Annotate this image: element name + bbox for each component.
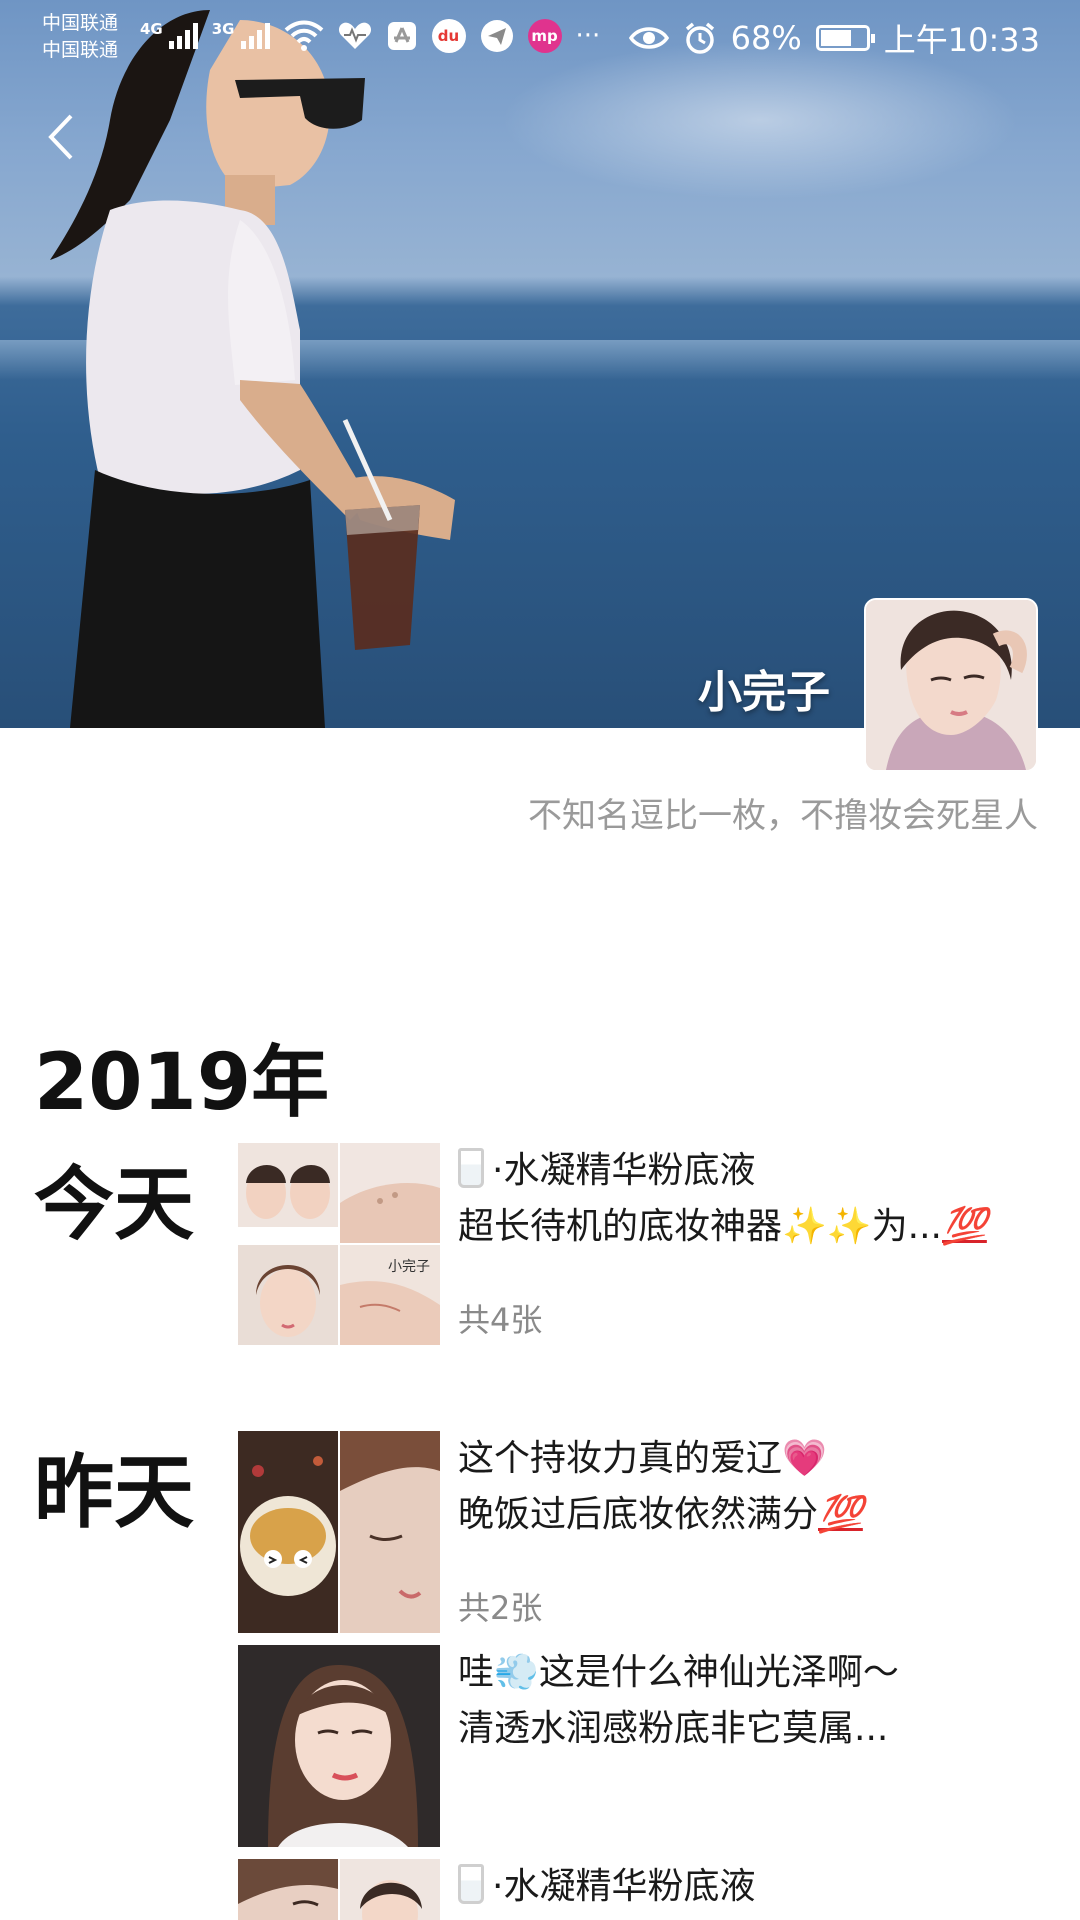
post-line-1: 这个持妆力真的爱辽💗 <box>458 1431 1048 1487</box>
post-line-2-ellipsis: 为... <box>871 1206 943 1247</box>
post-thumbnail[interactable] <box>238 1143 338 1243</box>
post-thumbnail[interactable] <box>340 1431 440 1633</box>
post-thumbnail-grid[interactable] <box>238 1431 440 1633</box>
profile-signature: 不知名逗比一枚，不撸妆会死星人 <box>528 796 1038 836</box>
post-text[interactable]: 这个持妆力真的爱辽💗 晚饭过后底妆依然满分💯 <box>458 1431 1048 1543</box>
mp-icon: mp <box>527 19 562 53</box>
post-line-2: 清透水润感粉底非它莫属... <box>458 1708 889 1749</box>
milk-glass-icon <box>458 1864 484 1904</box>
post-thumbnail[interactable] <box>238 1245 338 1345</box>
post-thumbnail[interactable] <box>340 1143 440 1243</box>
post-line-1: 哇💨这是什么神仙光泽啊～ <box>458 1645 1048 1701</box>
dash-puff-icon: 💨 <box>494 1652 539 1693</box>
post-line-2-text: 超长待机的底妆神器 <box>458 1206 783 1247</box>
hundred-points-icon: 💯 <box>942 1206 987 1247</box>
day-label-today: 今天 <box>34 1158 194 1251</box>
hundred-points-icon: 💯 <box>818 1494 863 1535</box>
post-text[interactable]: ·水凝精华粉底液 超长待机的底妆神器✨✨为...💯 <box>458 1143 1048 1255</box>
sparkles-icon: ✨✨ <box>782 1206 872 1247</box>
post-text[interactable]: ·水凝精华粉底液 <box>458 1859 1048 1915</box>
post-line-1-text: 哇 <box>458 1652 495 1693</box>
post-line-1: ·水凝精华粉底液 <box>458 1859 1048 1915</box>
back-button[interactable] <box>30 102 90 172</box>
post-line-2: 晚饭过后底妆依然满分💯 <box>458 1487 1048 1543</box>
milk-glass-icon <box>458 1148 484 1188</box>
status-bar: 中国联通 中国联通 4G 3G du mp ··· 68% 上午10:33 <box>0 0 1080 76</box>
post-text[interactable]: 哇💨这是什么神仙光泽啊～ 清透水润感粉底非它莫属... <box>458 1645 1048 1757</box>
post-line-1-text-cont: 这是什么神仙光泽啊～ <box>538 1652 899 1693</box>
du-icon: du <box>431 19 466 53</box>
post-thumbnail[interactable] <box>340 1859 440 1920</box>
carrier-labels: 中国联通 中国联通 <box>42 10 118 64</box>
huawei-icon <box>387 22 416 50</box>
moments-profile-page: 中国联通 中国联通 4G 3G du mp ··· 68% 上午10:33 小完… <box>0 0 1080 1920</box>
moment-post[interactable]: 小完子 ·水凝精华粉底液 超长待机的底妆神器✨✨为...💯 共4张 <box>238 1143 1048 1345</box>
post-line-2: 超长待机的底妆神器✨✨为...💯 <box>458 1199 1048 1255</box>
alarm-icon <box>685 22 714 54</box>
more-notifications-icon: ··· <box>575 21 601 51</box>
post-thumbnail[interactable] <box>238 1859 338 1920</box>
post-thumbnail[interactable] <box>238 1645 440 1847</box>
post-thumbnail-grid[interactable]: 小完子 <box>238 1143 440 1345</box>
photo-count: 共4张 <box>458 1301 543 1339</box>
profile-nickname[interactable]: 小完子 <box>698 656 830 720</box>
avatar-portrait <box>866 600 1036 770</box>
sparkling-heart-icon: 💗 <box>782 1438 827 1479</box>
battery-fill <box>820 30 851 46</box>
thumbnail-caption: 小完子 <box>388 1259 430 1275</box>
signal-1-icon <box>168 23 198 49</box>
net-type-1: 4G <box>140 20 163 38</box>
eye-comfort-icon <box>628 27 669 49</box>
post-thumbnail-grid[interactable] <box>238 1645 440 1847</box>
post-thumbnail[interactable] <box>238 1431 338 1633</box>
post-line-1-text: ·水凝精华粉底液 <box>492 1866 756 1907</box>
battery-icon <box>815 25 875 51</box>
post-thumbnail[interactable]: 小完子 <box>340 1245 440 1345</box>
moment-post[interactable]: 这个持妆力真的爱辽💗 晚饭过后底妆依然满分💯 共2张 <box>238 1431 1048 1633</box>
chevron-left-icon <box>48 114 73 160</box>
day-label-yesterday: 昨天 <box>34 1446 194 1539</box>
signal-icons: 4G 3G du mp ··· <box>140 16 600 56</box>
post-line-1-text: ·水凝精华粉底液 <box>492 1150 756 1191</box>
post-thumbnail-grid[interactable] <box>238 1859 440 1920</box>
wifi-icon <box>284 20 323 51</box>
timeline-year: 2019年 <box>34 1038 330 1128</box>
post-line-1-text: 这个持妆力真的爱辽 <box>458 1438 783 1479</box>
carrier-2: 中国联通 <box>42 39 119 61</box>
moment-post[interactable]: ·水凝精华粉底液 <box>238 1859 1048 1920</box>
clock: 上午10:33 <box>883 21 1040 59</box>
signal-2-icon <box>240 23 270 49</box>
photo-count: 共2张 <box>458 1589 543 1627</box>
post-line-1: ·水凝精华粉底液 <box>458 1143 1048 1199</box>
status-right: 68% 上午10:33 <box>628 16 1040 60</box>
post-line-2-text: 晚饭过后底妆依然满分 <box>458 1494 819 1535</box>
net-type-2: 3G <box>211 20 235 38</box>
carrier-1: 中国联通 <box>42 12 119 34</box>
moment-post[interactable]: 哇💨这是什么神仙光泽啊～ 清透水润感粉底非它莫属... <box>238 1645 1048 1847</box>
paper-plane-icon <box>480 20 513 52</box>
avatar[interactable] <box>864 598 1038 772</box>
heart-rate-icon <box>338 22 371 49</box>
battery-percent: 68% <box>730 19 802 57</box>
